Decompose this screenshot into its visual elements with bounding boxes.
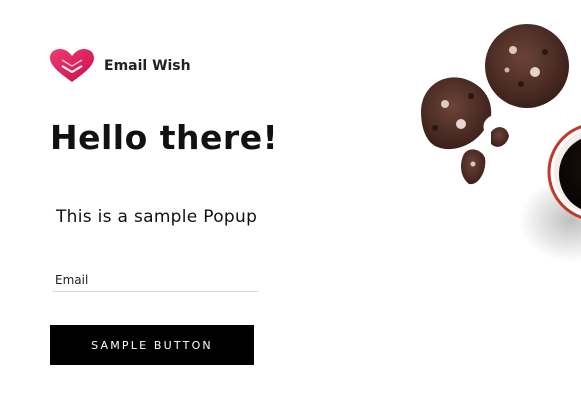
brand-name: Email Wish	[104, 58, 191, 74]
email-field[interactable]	[52, 270, 258, 292]
brand: Email Wish	[48, 48, 191, 84]
sample-button[interactable]: SAMPLE BUTTON	[50, 325, 254, 365]
popup-container: Email Wish Hello there! This is a sample…	[0, 0, 581, 415]
popup-headline: Hello there!	[50, 118, 279, 157]
cookies-and-coffee-image	[421, 24, 581, 262]
heart-envelope-icon	[50, 49, 94, 82]
popup-subtitle: This is a sample Popup	[56, 207, 258, 227]
